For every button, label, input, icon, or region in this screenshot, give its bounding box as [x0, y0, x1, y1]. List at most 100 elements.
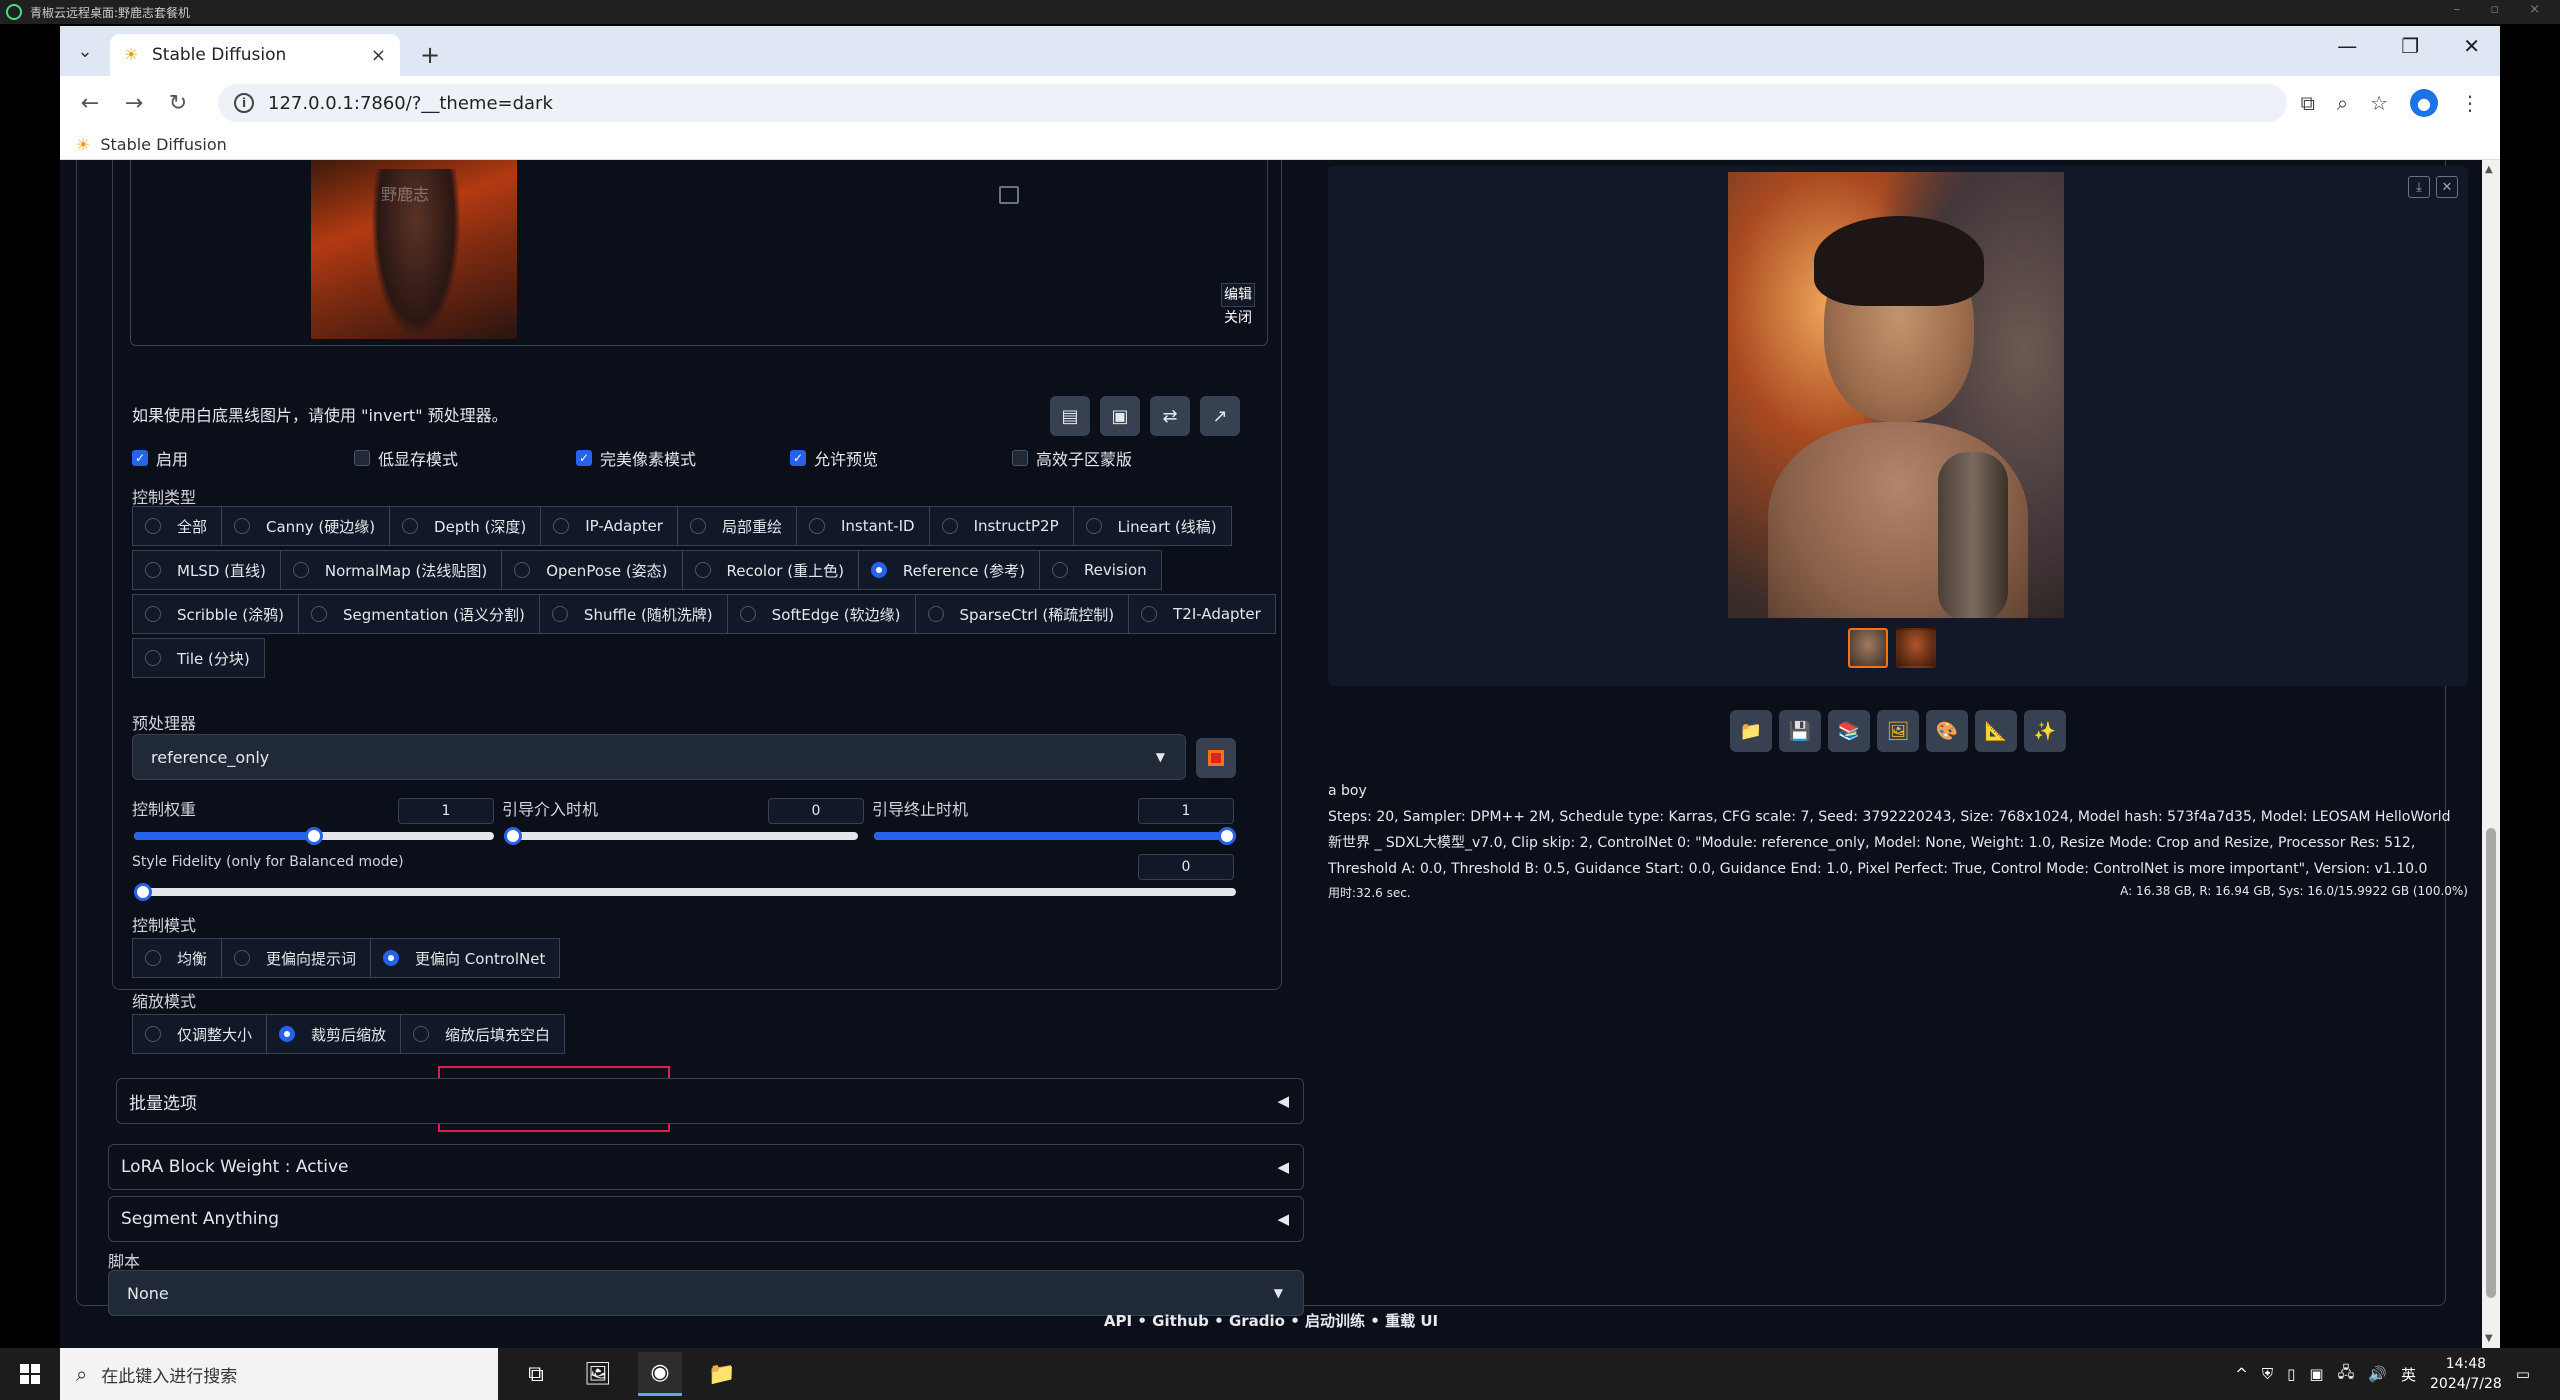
control-type-option[interactable]: Lineart (线稿): [1072, 506, 1232, 546]
restore-icon[interactable]: ❐: [2401, 34, 2419, 58]
allow-preview-checkbox[interactable]: ✓ 允许预览: [790, 446, 1012, 470]
style-fidelity-slider[interactable]: [134, 883, 1236, 901]
browser-tab[interactable]: ☀ Stable Diffusion ×: [110, 34, 400, 76]
thumbnail-generated[interactable]: [1848, 628, 1888, 668]
minimize-icon[interactable]: —: [2337, 34, 2357, 58]
control-type-option[interactable]: Shuffle (随机洗牌): [538, 594, 728, 634]
reload-icon[interactable]: ↻: [160, 85, 196, 121]
slider-handle[interactable]: [1218, 827, 1236, 845]
bookmark-star-icon[interactable]: ☆: [2370, 91, 2388, 115]
taskbar-search[interactable]: ⌕ 在此键入进行搜索: [60, 1348, 498, 1400]
gpu-icon[interactable]: ▣: [2309, 1365, 2323, 1383]
clock[interactable]: 14:48 2024/7/28: [2430, 1354, 2502, 1394]
tray-expand-icon[interactable]: ^: [2235, 1365, 2248, 1383]
send-dimensions-icon[interactable]: ↗: [1200, 396, 1240, 436]
tab-search-icon[interactable]: ⌄: [70, 34, 100, 68]
segment-anything-accordion[interactable]: Segment Anything ◀: [108, 1196, 1304, 1242]
footer-api-link[interactable]: API: [1104, 1312, 1132, 1330]
control-type-option[interactable]: MLSD (直线): [132, 550, 281, 590]
control-type-option[interactable]: Instant-ID: [795, 506, 930, 546]
control-type-option[interactable]: OpenPose (姿态): [501, 550, 683, 590]
task-view-icon[interactable]: ⧉: [514, 1352, 558, 1396]
run-preprocessor-button[interactable]: [1196, 738, 1236, 778]
anime-app-icon[interactable]: 🖼: [576, 1352, 620, 1396]
effective-mask-checkbox[interactable]: 高效子区蒙版: [1012, 446, 1132, 470]
back-icon[interactable]: ←: [72, 85, 108, 121]
download-icon[interactable]: ⤓: [2408, 176, 2430, 198]
new-canvas-icon[interactable]: ▤: [1050, 396, 1090, 436]
resize-mode-option[interactable]: 仅调整大小: [132, 1014, 268, 1054]
input-image-box[interactable]: 野鹿志 编辑 关闭: [130, 160, 1268, 346]
ime-indicator[interactable]: 英: [2401, 1364, 2416, 1385]
control-mode-balanced[interactable]: 均衡: [132, 938, 223, 978]
volume-icon[interactable]: 🔊: [2368, 1365, 2387, 1383]
preprocessor-dropdown[interactable]: reference_only ▼: [132, 734, 1186, 780]
zip-icon[interactable]: 📚: [1828, 710, 1870, 752]
edit-button[interactable]: 编辑: [1221, 283, 1255, 307]
control-type-option[interactable]: Canny (硬边缘): [221, 506, 391, 546]
close-image-button[interactable]: 关闭: [1221, 307, 1255, 329]
file-explorer-icon[interactable]: 📁: [700, 1352, 744, 1396]
slider-handle[interactable]: [504, 827, 522, 845]
guidance-end-input[interactable]: 1: [1138, 798, 1234, 824]
network-icon[interactable]: 🖧: [2338, 1362, 2355, 1387]
chrome-icon[interactable]: ◉: [638, 1352, 682, 1396]
control-type-option[interactable]: T2I-Adapter: [1128, 594, 1276, 634]
guidance-end-slider[interactable]: [874, 827, 1236, 845]
resize-mode-option-selected[interactable]: 裁剪后缩放: [266, 1014, 402, 1054]
tab-close-icon[interactable]: ×: [371, 45, 386, 66]
control-type-option[interactable]: InstructP2P: [928, 506, 1074, 546]
pixel-perfect-checkbox[interactable]: ✓ 完美像素模式: [576, 446, 790, 470]
upscale-icon[interactable]: ✨: [2024, 710, 2066, 752]
control-type-option[interactable]: 局部重绘: [676, 506, 797, 546]
scroll-thumb[interactable]: [2486, 828, 2496, 1298]
control-type-option[interactable]: SparseCtrl (稀疏控制): [914, 594, 1130, 634]
footer-reload-ui-link[interactable]: 重载 UI: [1385, 1312, 1438, 1330]
control-weight-slider[interactable]: [134, 827, 494, 845]
profile-avatar-icon[interactable]: ●: [2410, 89, 2438, 117]
zoom-icon[interactable]: ⌕: [2337, 91, 2348, 115]
control-type-option[interactable]: NormalMap (法线贴图): [279, 550, 503, 590]
security-icon[interactable]: ⛨: [2262, 1365, 2273, 1383]
thumbnail-reference[interactable]: [1896, 628, 1936, 668]
translate-icon[interactable]: ⧉: [2301, 91, 2315, 115]
control-weight-input[interactable]: 1: [398, 798, 494, 824]
footer-gradio-link[interactable]: Gradio: [1229, 1312, 1285, 1330]
more-menu-icon[interactable]: ⋮: [2460, 91, 2480, 115]
new-tab-icon[interactable]: +: [410, 38, 450, 72]
usb-icon[interactable]: ▯: [2287, 1365, 2295, 1383]
control-type-option[interactable]: Depth (深度): [389, 506, 542, 546]
lora-block-weight-accordion[interactable]: LoRA Block Weight : Active ◀: [108, 1144, 1304, 1190]
forward-icon[interactable]: →: [116, 85, 152, 121]
swap-icon[interactable]: ⇄: [1150, 396, 1190, 436]
page-scrollbar[interactable]: ▲ ▼: [2482, 160, 2500, 1348]
image-upload-icon[interactable]: [999, 186, 1019, 204]
slider-handle[interactable]: [305, 827, 323, 845]
guidance-start-input[interactable]: 0: [768, 798, 864, 824]
control-type-option[interactable]: Recolor (重上色): [681, 550, 859, 590]
save-icon[interactable]: 💾: [1779, 710, 1821, 752]
send-to-inpaint-icon[interactable]: 🎨: [1926, 710, 1968, 752]
resize-mode-option[interactable]: 缩放后填充空白: [400, 1014, 566, 1054]
send-to-extras-icon[interactable]: 📐: [1975, 710, 2017, 752]
style-fidelity-input[interactable]: 0: [1138, 854, 1234, 880]
control-type-option[interactable]: Revision: [1038, 550, 1162, 590]
site-info-icon[interactable]: i: [234, 93, 254, 113]
camera-icon[interactable]: ▣: [1100, 396, 1140, 436]
control-type-option[interactable]: Segmentation (语义分割): [298, 594, 540, 634]
slider-handle[interactable]: [134, 883, 152, 901]
remote-close-icon[interactable]: ×: [2529, 2, 2540, 17]
scroll-down-icon[interactable]: ▼: [2485, 1333, 2493, 1344]
control-mode-prompt[interactable]: 更偏向提示词: [221, 938, 372, 978]
control-type-option-selected[interactable]: Reference (参考): [857, 550, 1040, 590]
batch-options-accordion[interactable]: 批量选项 ◀: [116, 1078, 1304, 1124]
close-icon[interactable]: ✕: [2436, 176, 2458, 198]
remote-minimize-icon[interactable]: –: [2454, 2, 2461, 17]
control-type-option[interactable]: Tile (分块): [132, 638, 265, 678]
scroll-up-icon[interactable]: ▲: [2485, 164, 2493, 175]
bookmark-stable-diffusion[interactable]: Stable Diffusion: [100, 135, 226, 154]
control-mode-controlnet[interactable]: 更偏向 ControlNet: [370, 938, 561, 978]
guidance-start-slider[interactable]: [504, 827, 858, 845]
footer-startup-profile-link[interactable]: 启动训练: [1305, 1312, 1365, 1330]
control-type-option[interactable]: Scribble (涂鸦): [132, 594, 300, 634]
